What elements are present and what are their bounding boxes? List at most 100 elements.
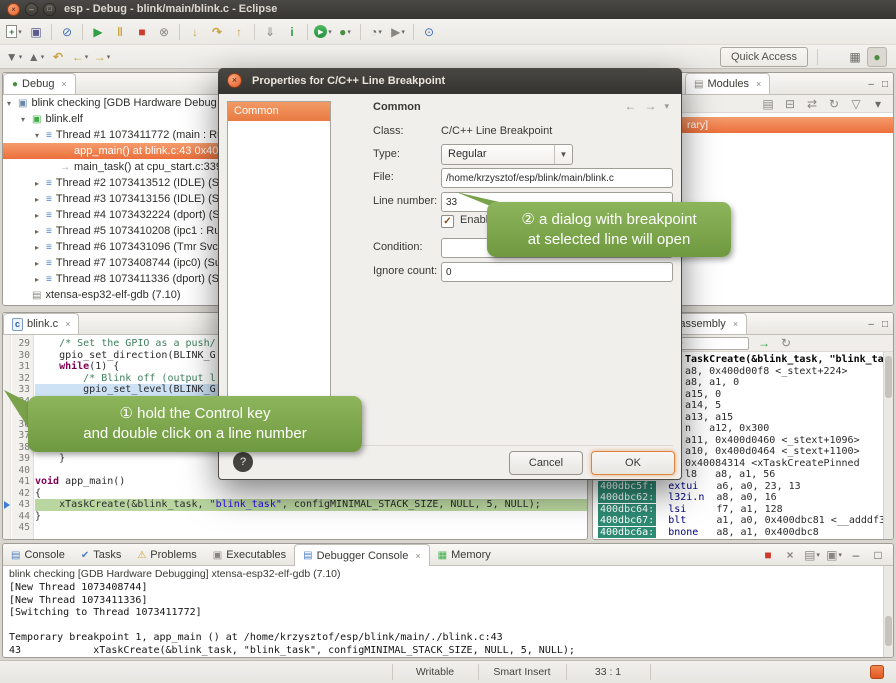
disassembly-line[interactable]: 400dbc6a: bnone a8, a1, 0x400dbc8 <box>593 527 893 539</box>
external-tools-icon[interactable]: ▶▾ <box>388 22 408 42</box>
line-number[interactable]: 40 <box>19 465 30 477</box>
drop-to-frame-icon[interactable]: ⇓ <box>260 22 280 42</box>
window-close-icon[interactable]: × <box>7 3 20 16</box>
display-selected-console-icon[interactable]: ▤▾ <box>802 545 822 565</box>
code-line[interactable]: { <box>35 488 587 500</box>
minimize-view-icon[interactable]: – <box>868 319 874 330</box>
file-input[interactable] <box>441 168 673 188</box>
marker-ruler[interactable] <box>3 335 11 539</box>
tree-expand-arrow[interactable]: ▸ <box>35 227 46 236</box>
instruction-stepping-icon[interactable]: i <box>282 22 302 42</box>
line-number[interactable]: 33 <box>19 384 30 396</box>
console-content[interactable]: blink checking [GDB Hardware Debugging] … <box>3 566 893 657</box>
close-tab-icon[interactable]: × <box>415 551 420 561</box>
step-return-icon[interactable]: ↑ <box>229 22 249 42</box>
tab-debugger-console[interactable]: ▤Debugger Console× <box>294 544 429 566</box>
cancel-button[interactable]: Cancel <box>509 451 583 475</box>
tab-modules[interactable]: ▤ Modules × <box>685 73 770 94</box>
line-number[interactable]: 41 <box>19 476 30 488</box>
ok-button[interactable]: OK <box>591 451 675 475</box>
line-number[interactable]: 43 <box>19 499 30 511</box>
tree-expand-arrow[interactable]: ▸ <box>35 259 46 268</box>
locate-pc-icon[interactable]: → <box>754 333 774 353</box>
debug-icon[interactable]: ●▾ <box>335 22 355 42</box>
line-number[interactable]: 44 <box>19 511 30 523</box>
back-icon[interactable]: ← <box>624 99 636 113</box>
tab-debug[interactable]: ● Debug × <box>3 73 76 94</box>
run-icon[interactable]: ▶▾ <box>313 22 333 42</box>
tree-expand-arrow[interactable]: ▸ <box>35 243 46 252</box>
tree-expand-arrow[interactable]: ▾ <box>21 115 32 124</box>
view-menu-icon[interactable]: ▾ <box>868 94 888 114</box>
stop-icon[interactable]: ■ <box>758 545 778 565</box>
maximize-view-icon[interactable]: □ <box>882 319 888 330</box>
tab-tasks[interactable]: ✔Tasks <box>73 544 130 566</box>
dialog-category-common[interactable]: Common <box>228 102 330 121</box>
tab-problems[interactable]: ⚠Problems <box>129 544 204 566</box>
disassembly-line[interactable]: 400dbc67: blt a1, a0, 0x400dbc81 <__addd… <box>593 515 893 527</box>
debug-perspective-icon[interactable]: ● <box>867 47 887 67</box>
code-line[interactable] <box>35 522 587 534</box>
profile-icon[interactable]: ◔▾ <box>366 22 386 42</box>
maximize-view-icon[interactable]: □ <box>868 545 888 565</box>
refresh-view-icon[interactable]: ↻ <box>776 333 796 353</box>
disconnect-icon[interactable]: ⊗ <box>154 22 174 42</box>
help-button[interactable]: ? <box>233 452 253 472</box>
back-icon[interactable]: ←▾ <box>70 47 90 67</box>
minimize-view-icon[interactable]: – <box>868 79 874 90</box>
save-icon[interactable]: ▣ <box>26 22 46 42</box>
minimize-view-icon[interactable]: – <box>846 545 866 565</box>
tab-blink-c[interactable]: c blink.c × <box>3 313 79 334</box>
scrollbar[interactable] <box>883 566 893 657</box>
code-line[interactable]: xTaskCreate(&blink_task, "blink_task", c… <box>35 499 587 511</box>
window-titlebar[interactable]: × – □ esp - Debug - blink/main/blink.c -… <box>0 0 896 19</box>
window-maximize-icon[interactable]: □ <box>43 3 56 16</box>
disassembly-line[interactable]: 400dbc64: lsi f7, a1, 128 <box>593 504 893 516</box>
search-icon[interactable]: ⊙ <box>419 22 439 42</box>
type-select[interactable]: Regular ▼ <box>441 144 573 165</box>
close-tab-icon[interactable]: × <box>61 79 66 89</box>
step-into-icon[interactable]: ↓ <box>185 22 205 42</box>
line-number[interactable]: 39 <box>19 453 30 465</box>
filter-icon[interactable]: ▽ <box>846 94 866 114</box>
open-console-icon[interactable]: ▣▾ <box>824 545 844 565</box>
window-minimize-icon[interactable]: – <box>25 3 38 16</box>
maximize-view-icon[interactable]: □ <box>882 79 888 90</box>
show-full-paths-icon[interactable]: ▤ <box>758 94 778 114</box>
suspend-icon[interactable]: ‖ <box>110 22 130 42</box>
code-line[interactable]: } <box>35 511 587 523</box>
line-number[interactable]: 29 <box>19 338 30 350</box>
remove-launch-icon[interactable]: × <box>780 545 800 565</box>
refresh-icon[interactable]: ↻ <box>824 94 844 114</box>
terminate-icon[interactable]: ■ <box>132 22 152 42</box>
line-number[interactable]: 30 <box>19 350 30 362</box>
line-number[interactable]: 32 <box>19 373 30 385</box>
line-number[interactable]: 31 <box>19 361 30 373</box>
enabled-checkbox[interactable]: ✓ <box>441 215 454 228</box>
previous-annotation-icon[interactable]: ▲▾ <box>26 47 46 67</box>
ignore-count-input[interactable] <box>441 262 673 282</box>
tree-expand-arrow[interactable]: ▾ <box>35 131 46 140</box>
tree-expand-arrow[interactable]: ▾ <box>7 99 18 108</box>
view-menu-icon[interactable]: ▾ <box>664 99 669 113</box>
skip-all-breakpoints-icon[interactable]: ⊘ <box>57 22 77 42</box>
tab-memory[interactable]: ▦Memory <box>430 544 499 566</box>
dialog-close-icon[interactable]: × <box>227 73 242 88</box>
forward-icon[interactable]: → <box>644 99 656 113</box>
tab-executables[interactable]: ▣Executables <box>205 544 294 566</box>
collapse-all-icon[interactable]: ⊟ <box>780 94 800 114</box>
status-notification-icon[interactable] <box>870 665 884 679</box>
last-edit-location-icon[interactable]: ↶ <box>48 47 68 67</box>
tree-expand-arrow[interactable]: ▸ <box>35 179 46 188</box>
tree-expand-arrow[interactable]: ▸ <box>35 195 46 204</box>
tree-expand-arrow[interactable]: ▸ <box>35 275 46 284</box>
close-tab-icon[interactable]: × <box>756 79 761 89</box>
scrollbar[interactable] <box>883 352 893 539</box>
next-annotation-icon[interactable]: ▼▾ <box>4 47 24 67</box>
disassembly-line[interactable]: 400dbc5f: extui a6, a0, 23, 13 <box>593 481 893 493</box>
step-over-icon[interactable]: ↷ <box>207 22 227 42</box>
close-tab-icon[interactable]: × <box>65 319 70 329</box>
open-perspective-icon[interactable]: ▦ <box>845 47 865 67</box>
disassembly-line[interactable]: 400dbc62: l32i.n a8, a0, 16 <box>593 492 893 504</box>
resume-icon[interactable]: ▶ <box>88 22 108 42</box>
